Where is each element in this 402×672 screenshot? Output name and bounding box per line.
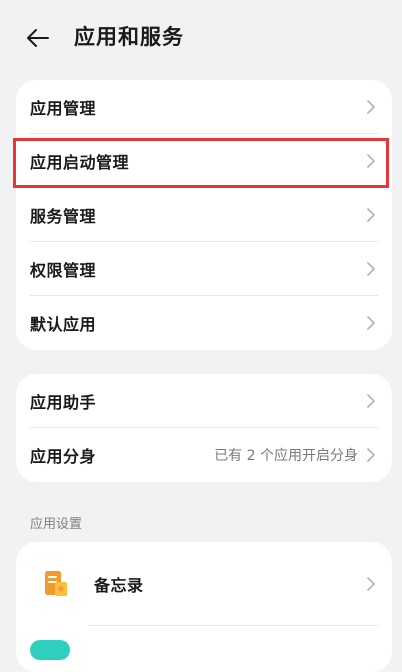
app-icon-partial [30, 640, 70, 660]
list-item-label: 默认应用 [30, 315, 97, 334]
list-item-app-launch-management[interactable]: 应用启动管理 [16, 134, 392, 188]
list-item-default-apps[interactable]: 默认应用 [16, 296, 392, 350]
chevron-right-icon [364, 447, 378, 463]
chevron-right-icon [364, 261, 378, 277]
list-item-label: 应用管理 [30, 99, 97, 118]
list-item-label: 应用助手 [30, 393, 97, 412]
settings-group-main: 应用管理 应用启动管理 服务管理 权限管理 默认应用 [16, 80, 392, 350]
list-item-notepad[interactable]: 备忘录 [16, 542, 392, 626]
chevron-right-icon [364, 153, 378, 169]
list-item-label: 应用启动管理 [30, 153, 130, 172]
list-item-label: 权限管理 [30, 261, 97, 280]
back-button[interactable] [22, 22, 54, 54]
chevron-right-icon [364, 207, 378, 223]
chevron-right-icon [364, 315, 378, 331]
chevron-right-icon [364, 99, 378, 115]
list-item-label: 备忘录 [94, 576, 144, 595]
list-item-app-management[interactable]: 应用管理 [16, 80, 392, 134]
divider [88, 625, 378, 626]
list-item-permission-management[interactable]: 权限管理 [16, 242, 392, 296]
app-settings-group: 备忘录 [16, 542, 392, 672]
chevron-right-icon [364, 393, 378, 409]
list-item-label: 应用分身 [30, 447, 97, 466]
app-bar: 应用和服务 [0, 0, 402, 74]
settings-group-assist: 应用助手 应用分身 已有 2 个应用开启分身 [16, 374, 392, 482]
list-item-label: 服务管理 [30, 207, 97, 226]
list-item-service-management[interactable]: 服务管理 [16, 188, 392, 242]
chevron-right-icon [364, 576, 378, 592]
list-item-app-twin[interactable]: 应用分身 已有 2 个应用开启分身 [16, 428, 392, 482]
section-header-app-settings: 应用设置 [30, 517, 83, 532]
back-arrow-icon [27, 29, 49, 47]
page-title: 应用和服务 [74, 25, 184, 49]
app-twin-status: 已有 2 个应用开启分身 [214, 448, 358, 464]
list-item-app-assistant[interactable]: 应用助手 [16, 374, 392, 428]
notepad-icon [40, 568, 72, 600]
